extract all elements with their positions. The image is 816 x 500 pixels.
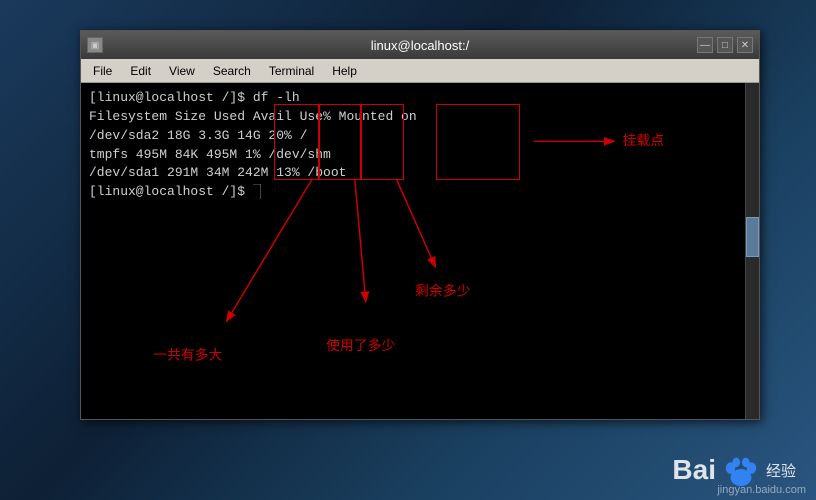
- menu-help[interactable]: Help: [324, 62, 365, 80]
- menu-terminal[interactable]: Terminal: [261, 62, 322, 80]
- menu-edit[interactable]: Edit: [122, 62, 159, 80]
- baidu-text: Bai: [672, 454, 716, 486]
- svg-text:使用了多少: 使用了多少: [326, 337, 395, 353]
- menu-bar: File Edit View Search Terminal Help: [81, 59, 759, 83]
- svg-text:剩余多少: 剩余多少: [415, 282, 470, 298]
- close-button[interactable]: ✕: [737, 37, 753, 53]
- terminal-line-2: /dev/sda2 18G 3.3G 14G 20% /: [89, 127, 737, 146]
- terminal-output: [linux@localhost /]$ df -lh Filesystem S…: [81, 83, 745, 419]
- site-url: jingyan.baidu.com: [717, 484, 806, 496]
- maximize-button[interactable]: □: [717, 37, 733, 53]
- window-icon: ▣: [87, 37, 103, 53]
- size-annotation-box: [274, 104, 320, 180]
- window-controls: — □ ✕: [697, 37, 753, 53]
- svg-text:一共有多大: 一共有多大: [153, 347, 222, 363]
- mount-annotation-box: [436, 104, 520, 180]
- window-title: linux@localhost:/: [371, 38, 469, 53]
- avail-annotation-box: [360, 104, 404, 180]
- terminal-line-0: [linux@localhost /]$ df -lh: [89, 89, 737, 108]
- menu-file[interactable]: File: [85, 62, 120, 80]
- baidu-jingyan-text: 经验: [766, 460, 796, 481]
- menu-search[interactable]: Search: [205, 62, 259, 80]
- used-annotation-box: [318, 104, 362, 180]
- terminal-window: ▣ linux@localhost:/ — □ ✕ File Edit View…: [80, 30, 760, 420]
- title-bar: ▣ linux@localhost:/ — □ ✕: [81, 31, 759, 59]
- scrollbar[interactable]: [745, 83, 759, 419]
- terminal-line-5: [linux@localhost /]$ █: [89, 183, 737, 202]
- terminal-line-3: tmpfs 495M 84K 495M 1% /dev/shm: [89, 146, 737, 165]
- minimize-button[interactable]: —: [697, 37, 713, 53]
- terminal-line-1: Filesystem Size Used Avail Use% Mounted …: [89, 108, 737, 127]
- terminal-line-4: /dev/sda1 291M 34M 242M 13% /boot: [89, 164, 737, 183]
- baidu-watermark: Bai 经验: [0, 440, 816, 500]
- menu-view[interactable]: View: [161, 62, 203, 80]
- terminal-body[interactable]: [linux@localhost /]$ df -lh Filesystem S…: [81, 83, 759, 419]
- scrollbar-thumb[interactable]: [746, 217, 759, 257]
